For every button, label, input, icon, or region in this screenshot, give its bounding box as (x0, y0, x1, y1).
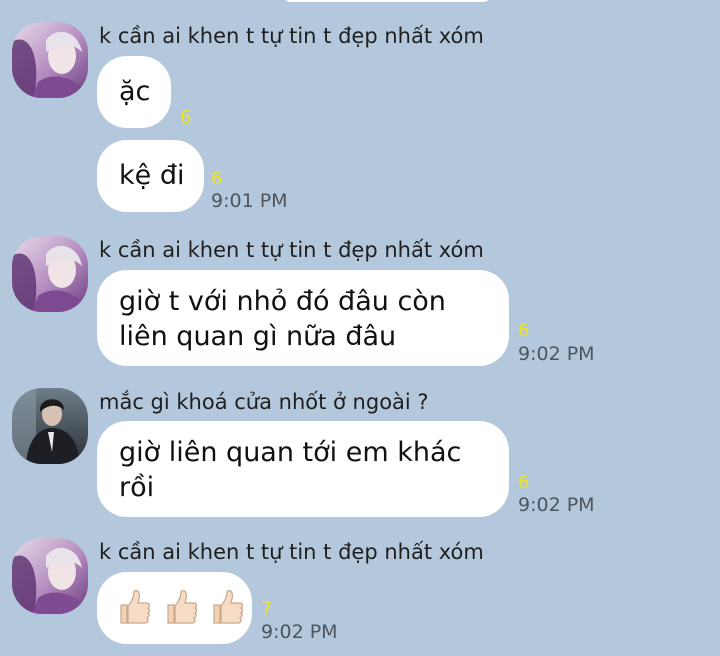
sender-name[interactable]: k cần ai khen t tự tin t đẹp nhất xóm (99, 540, 484, 564)
message-text: ặc (119, 76, 151, 107)
message-bubble[interactable]: ặc (97, 56, 171, 128)
message-text: liên quan gì nữa đâu (119, 321, 397, 352)
avatar-girl-purple-icon (12, 236, 88, 312)
unread-count: 6 (180, 107, 192, 128)
avatar[interactable] (12, 236, 88, 312)
message-bubble[interactable] (97, 572, 252, 644)
avatar-girl-purple-icon (12, 538, 88, 614)
sender-name[interactable]: k cần ai khen t tự tin t đẹp nhất xóm (99, 238, 484, 262)
unread-count: 7 (261, 598, 273, 619)
message-bubble[interactable]: giờ liên quan tới em khác rồi (97, 421, 509, 517)
message-text: giờ t với nhỏ đó đâu còn (119, 286, 446, 317)
message-bubble[interactable]: kệ đi (97, 140, 204, 212)
message-text: giờ liên quan tới em khác (119, 437, 462, 468)
unread-count: 6 (518, 320, 530, 341)
timestamp: 9:01 PM (211, 190, 288, 212)
thumbs-up-icon (164, 589, 198, 634)
message-text: rồi (119, 472, 155, 503)
message-bubble[interactable]: giờ t với nhỏ đó đâu còn liên quan gì nữ… (97, 270, 509, 366)
thumbs-up-icon (210, 589, 244, 634)
timestamp: 9:02 PM (518, 343, 595, 365)
timestamp: 9:02 PM (261, 621, 338, 643)
sender-name[interactable]: mắc gì khoá cửa nhốt ở ngoài ? (99, 390, 429, 414)
sender-name[interactable]: k cần ai khen t tự tin t đẹp nhất xóm (99, 24, 484, 48)
unread-count: 6 (211, 168, 223, 189)
avatar[interactable] (12, 22, 88, 98)
unread-count: 6 (518, 472, 530, 493)
timestamp: 9:02 PM (518, 494, 595, 516)
previous-message-bubble-edge (283, 0, 491, 2)
avatar[interactable] (12, 388, 88, 464)
thumbs-up-icon (117, 589, 151, 634)
avatar-girl-purple-icon (12, 22, 88, 98)
avatar-boy-dark-icon (12, 388, 88, 464)
avatar[interactable] (12, 538, 88, 614)
message-text: kệ đi (119, 160, 185, 191)
